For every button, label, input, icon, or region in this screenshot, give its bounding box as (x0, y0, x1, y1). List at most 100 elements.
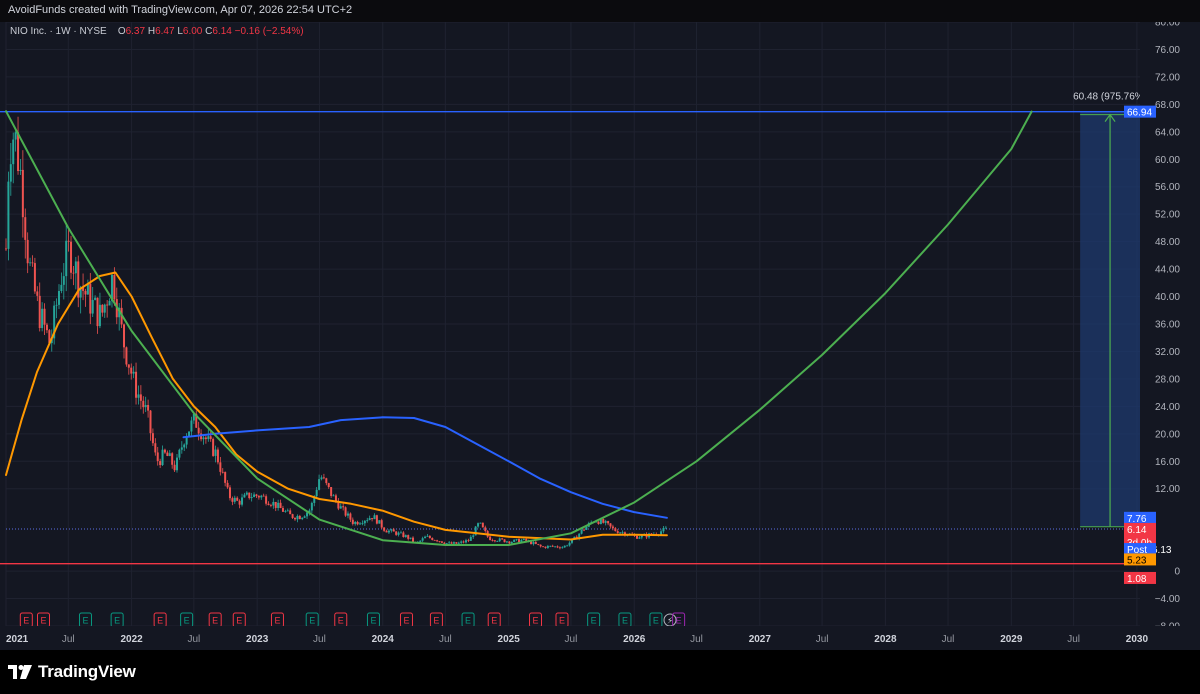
candle-body (274, 501, 277, 508)
candle-body (216, 449, 219, 463)
earnings-event-label: E (274, 616, 280, 626)
candle-body (339, 506, 342, 509)
candle-body (477, 523, 480, 527)
high-value: 6.47 (155, 26, 175, 37)
candle-body (272, 501, 275, 506)
candle-body (373, 515, 376, 520)
earnings-event-label: E (370, 616, 376, 626)
projection-label: 60.48 (975.76%) (1073, 92, 1147, 103)
candle-body (173, 464, 176, 471)
candle-body (505, 541, 508, 543)
candle-body (26, 239, 29, 264)
candle-body (660, 531, 663, 535)
price-axis-tick: 48.00 (1155, 237, 1180, 248)
candle-body (354, 521, 357, 524)
candle-body (123, 324, 126, 348)
candle-body (219, 462, 222, 472)
candle-body (383, 527, 386, 531)
candle-body (450, 542, 453, 544)
candle-body (344, 507, 347, 516)
candle-body (245, 492, 248, 495)
candle-body (224, 472, 227, 483)
candle-body (310, 502, 313, 511)
candle-body (544, 546, 547, 548)
candle-body (125, 347, 128, 365)
candle-body (635, 535, 638, 539)
candle-body (583, 529, 586, 531)
candle-body (5, 248, 7, 250)
time-axis-tick: 2021 (6, 634, 29, 645)
candle-body (233, 497, 236, 502)
candle-body (489, 536, 492, 541)
price-chart[interactable]: 60.48 (975.76%)E E E E E E E E E E E E E E E E E E E E E ⚡ E80… (0, 22, 1200, 650)
candle-body (159, 461, 162, 466)
time-axis-tick: Jul (62, 634, 75, 645)
earnings-event-label: E (676, 616, 682, 626)
candle-body (517, 539, 520, 543)
candle-body (260, 495, 263, 498)
candle-body (399, 532, 402, 534)
earnings-event-label: E (82, 616, 88, 626)
price-axis-tick: 12.00 (1155, 484, 1180, 495)
candle-body (45, 324, 48, 331)
candle-body (14, 132, 17, 140)
candle-body (346, 513, 349, 516)
candle-body (361, 523, 364, 525)
earnings-event-label: E (338, 616, 344, 626)
candle-body (36, 291, 39, 296)
candle-body (510, 541, 513, 544)
change-value: −0.16 (−2.54%) (234, 26, 304, 37)
candle-body (212, 438, 215, 456)
candle-body (204, 437, 207, 440)
candle-body (440, 541, 443, 543)
time-axis-tick: Jul (942, 634, 955, 645)
candle-body (231, 498, 234, 502)
tradingview-logo[interactable]: TradingView (8, 662, 136, 682)
chart-area[interactable]: 60.48 (975.76%) E E E E E E E E E E E E E E E E E E E E E ⚡ E 80… (0, 22, 1200, 650)
candle-body (452, 542, 455, 544)
candle-body (171, 453, 174, 465)
candle-body (392, 529, 395, 532)
candle-body (281, 508, 284, 512)
candle-body (320, 477, 323, 480)
candle-body (180, 447, 183, 450)
candle-body (568, 542, 571, 546)
candle-body (226, 482, 229, 488)
candle-body (556, 546, 559, 548)
candle-body (467, 540, 470, 542)
candle-body (250, 497, 253, 499)
candle-body (566, 545, 569, 547)
candle-body (498, 538, 501, 542)
candle-body (380, 520, 383, 528)
candle-body (188, 431, 191, 437)
candle-body (481, 522, 484, 528)
open-value: 6.37 (125, 26, 146, 37)
candle-body (503, 539, 506, 543)
candle-body (554, 546, 557, 548)
candle-body (542, 546, 545, 548)
candle-body (318, 479, 321, 490)
time-axis-tick: Jul (690, 634, 703, 645)
candle-body (38, 295, 41, 329)
candle-body (616, 531, 619, 534)
earnings-event-label: E (212, 616, 218, 626)
time-axis-tick: Jul (187, 634, 200, 645)
candle-body (294, 517, 297, 520)
candle-body (464, 540, 467, 543)
candle-body (508, 541, 511, 544)
candle-body (426, 535, 429, 537)
earnings-event-label: E (559, 616, 565, 626)
candle-body (457, 542, 460, 544)
candle-body (404, 535, 407, 538)
candle-body (255, 494, 258, 496)
candle-body (330, 487, 333, 496)
price-label-text: 5.23 (1127, 555, 1147, 566)
earnings-event-label: E (591, 616, 597, 626)
candle-body (62, 276, 65, 285)
price-axis-tick: 0 (1174, 567, 1180, 578)
candle-body (89, 283, 92, 314)
candle-body (395, 531, 398, 535)
candle-body (296, 515, 299, 520)
candle-body (228, 487, 231, 499)
candle-body (484, 527, 487, 532)
